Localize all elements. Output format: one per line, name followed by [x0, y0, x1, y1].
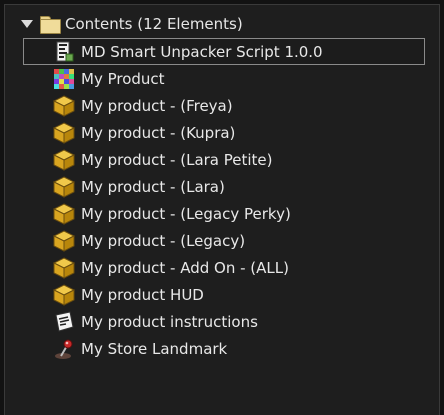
list-item[interactable]: MD Smart Unpacker Script 1.0.0: [23, 38, 425, 65]
list-item-label: My Product: [81, 69, 165, 88]
list-item-label: My product - (Legacy Perky): [81, 204, 291, 223]
list-item[interactable]: My product - Add On - (ALL): [23, 254, 425, 281]
list-item-label: My product instructions: [81, 312, 258, 331]
contents-list: MD Smart Unpacker Script 1.0.0 My Produc…: [23, 38, 425, 362]
list-item[interactable]: My product - (Lara Petite): [23, 146, 425, 173]
list-item[interactable]: My product - (Kupra): [23, 119, 425, 146]
object-box-icon: [53, 121, 75, 144]
list-item-label: My product - (Kupra): [81, 123, 236, 142]
object-box-icon: [53, 148, 75, 171]
object-box-icon: [53, 229, 75, 252]
list-item[interactable]: My Store Landmark: [23, 335, 425, 362]
object-box-icon: [53, 94, 75, 117]
object-box-icon: [53, 283, 75, 306]
folder-label: Contents (12 Elements): [65, 15, 243, 33]
list-item[interactable]: My product - (Lara): [23, 173, 425, 200]
contents-folder[interactable]: Contents (12 Elements): [21, 13, 243, 35]
expand-caret-icon[interactable]: [21, 20, 33, 28]
list-item[interactable]: My Product: [23, 65, 425, 92]
list-item[interactable]: My product instructions: [23, 308, 425, 335]
list-item[interactable]: My product - (Freya): [23, 92, 425, 119]
list-item[interactable]: My product - (Legacy Perky): [23, 200, 425, 227]
list-item-label: My product - (Lara Petite): [81, 150, 273, 169]
list-item[interactable]: My product - (Legacy): [23, 227, 425, 254]
object-box-icon: [53, 175, 75, 198]
list-item-label: My product - (Lara): [81, 177, 225, 196]
object-box-icon: [53, 256, 75, 279]
list-item-label: My product - Add On - (ALL): [81, 258, 289, 277]
list-item-label: My product - (Legacy): [81, 231, 246, 250]
object-box-icon: [53, 202, 75, 225]
list-item[interactable]: My product HUD: [23, 281, 425, 308]
inventory-panel: Contents (12 Elements) MD Smart Unpacker…: [4, 4, 440, 415]
list-item-label: My product - (Freya): [81, 96, 233, 115]
texture-icon: [53, 68, 75, 90]
list-item-label: My Store Landmark: [81, 339, 228, 358]
folder-icon: [39, 15, 61, 34]
script-icon: [53, 41, 75, 63]
landmark-icon: [53, 338, 75, 360]
list-item-label: MD Smart Unpacker Script 1.0.0: [81, 42, 323, 61]
notecard-icon: [53, 310, 75, 333]
list-item-label: My product HUD: [81, 285, 204, 304]
